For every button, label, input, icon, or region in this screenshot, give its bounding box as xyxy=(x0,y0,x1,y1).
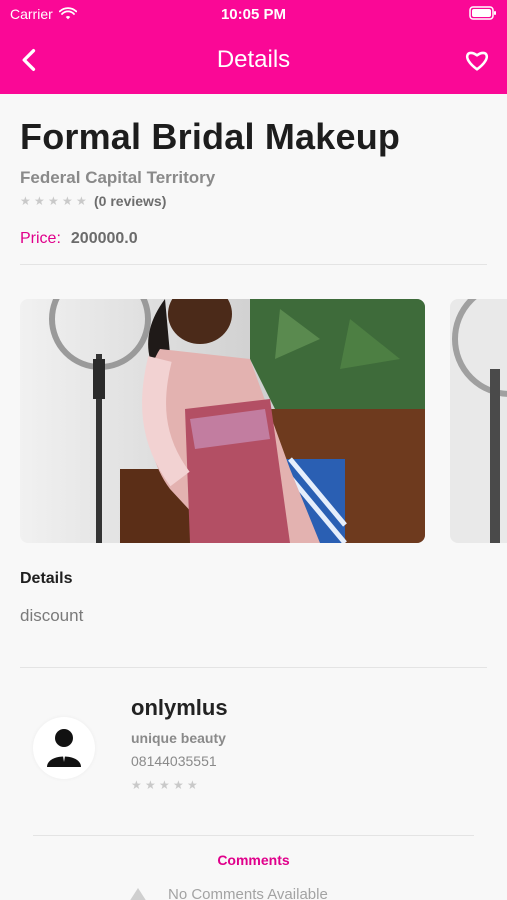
seller-business: unique beauty xyxy=(131,730,226,746)
gallery-image[interactable] xyxy=(450,299,507,543)
star-icon: ★ xyxy=(20,194,31,208)
image-gallery[interactable] xyxy=(20,299,507,543)
star-icon: ★ xyxy=(34,194,45,208)
star-icon: ★ xyxy=(62,194,73,208)
empty-comments-text: No Comments Available xyxy=(168,886,328,900)
star-icon: ★ xyxy=(48,194,59,208)
reviews-count: (0 reviews) xyxy=(94,193,167,209)
star-icon: ★ xyxy=(76,194,87,208)
seller-phone[interactable]: 08144035551 xyxy=(131,753,217,769)
listing-location: Federal Capital Territory xyxy=(20,168,216,187)
navigation-bar: Details xyxy=(0,38,507,82)
listing-rating: ★ ★ ★ ★ ★ (0 reviews) xyxy=(20,193,166,209)
star-icon: ★ xyxy=(131,778,142,792)
price-row: Price: 200000.0 xyxy=(20,230,138,248)
divider xyxy=(33,835,474,836)
avatar[interactable] xyxy=(33,717,95,779)
status-bar: Carrier 10:05 PM xyxy=(0,0,507,28)
battery-icon xyxy=(469,6,497,23)
status-time: 10:05 PM xyxy=(220,6,287,23)
seller-rating-stars: ★ ★ ★ ★ ★ xyxy=(131,779,199,791)
price-label: Price: xyxy=(20,230,61,247)
app-header: Carrier 10:05 PM Details xyxy=(0,0,507,94)
main-content: Formal Bridal Makeup Federal Capital Ter… xyxy=(0,94,507,900)
star-icon: ★ xyxy=(173,778,184,792)
price-value: 200000.0 xyxy=(70,230,138,247)
details-heading: Details xyxy=(20,570,73,587)
warning-icon xyxy=(129,887,147,900)
seller-name: onlymlus xyxy=(131,695,228,720)
rating-stars: ★ ★ ★ ★ ★ xyxy=(20,195,88,207)
empty-comments: No Comments Available xyxy=(128,886,328,900)
divider xyxy=(20,264,487,265)
listing-title: Formal Bridal Makeup xyxy=(20,116,401,157)
star-icon: ★ xyxy=(187,778,198,792)
divider xyxy=(20,667,487,668)
star-icon: ★ xyxy=(159,778,170,792)
gallery-image[interactable] xyxy=(20,299,425,543)
comments-heading: Comments xyxy=(217,852,290,868)
heart-icon[interactable] xyxy=(463,46,491,74)
user-icon xyxy=(47,729,81,767)
page-title: Details xyxy=(216,46,291,73)
details-text: discount xyxy=(20,606,84,625)
star-icon: ★ xyxy=(145,778,156,792)
